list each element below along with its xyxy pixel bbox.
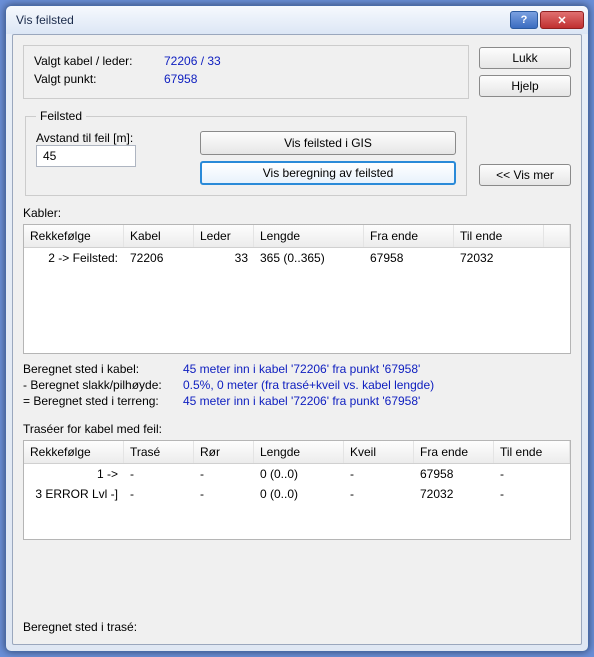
cell: 3 ERROR Lvl -]: [24, 484, 124, 504]
summary-row: Valgt kabel / leder: 72206 / 33 Valgt pu…: [23, 45, 571, 99]
help-icon[interactable]: ?: [510, 11, 538, 29]
selected-point-value: 67958: [164, 72, 197, 86]
cell: 365 (0..365): [254, 248, 364, 268]
cell: 72032: [454, 248, 544, 268]
close-icon[interactable]: ✕: [540, 11, 584, 29]
calc-terrain-label: = Beregnet sted i terreng:: [23, 394, 183, 408]
show-in-gis-button[interactable]: Vis feilsted i GIS: [200, 131, 456, 155]
calc-slack-value: 0.5%, 0 meter (fra trasé+kveil vs. kabel…: [183, 378, 434, 392]
help-button[interactable]: Hjelp: [479, 75, 571, 97]
cell: -: [344, 484, 414, 504]
cell: [544, 248, 570, 268]
cables-section-label: Kabler:: [23, 206, 571, 220]
cell: -: [194, 464, 254, 484]
calc-cable-value: 45 meter inn i kabel '72206' fra punkt '…: [183, 362, 420, 376]
cell: -: [124, 484, 194, 504]
cell: 33: [194, 248, 254, 268]
tcol-order[interactable]: Rekkefølge: [24, 441, 124, 463]
cell: -: [194, 484, 254, 504]
summary-panel: Valgt kabel / leder: 72206 / 33 Valgt pu…: [23, 45, 469, 99]
fault-location-group: Feilsted Avstand til feil [m]: Vis feils…: [25, 109, 467, 196]
window-title: Vis feilsted: [16, 13, 74, 27]
cell: 67958: [414, 464, 494, 484]
selected-cable-value: 72206 / 33: [164, 54, 221, 68]
side-buttons: Lukk Hjelp: [479, 45, 571, 99]
cell: 0 (0..0): [254, 464, 344, 484]
distance-label: Avstand til feil [m]:: [36, 131, 186, 145]
calc-cable-label: Beregnet sted i kabel:: [23, 362, 183, 376]
col-cable[interactable]: Kabel: [124, 225, 194, 247]
show-calculation-button[interactable]: Vis beregning av feilsted: [200, 161, 456, 185]
tcol-from[interactable]: Fra ende: [414, 441, 494, 463]
table-row[interactable]: 2 -> Feilsted: 72206 33 365 (0..365) 679…: [24, 248, 570, 268]
calculation-summary: Beregnet sted i kabel: 45 meter inn i ka…: [23, 362, 571, 410]
cell: -: [494, 464, 570, 484]
table-row[interactable]: 1 -> - - 0 (0..0) - 67958 -: [24, 464, 570, 484]
col-spacer: [544, 225, 570, 247]
show-more-button[interactable]: << Vis mer: [479, 164, 571, 186]
cell: -: [344, 464, 414, 484]
col-length[interactable]: Lengde: [254, 225, 364, 247]
bottom-summary: Beregnet sted i trasé:: [23, 614, 571, 634]
cell: 67958: [364, 248, 454, 268]
selected-cable-label: Valgt kabel / leder:: [34, 54, 164, 68]
titlebar: Vis feilsted ? ✕: [6, 6, 588, 34]
tcol-length[interactable]: Lengde: [254, 441, 344, 463]
traces-table: Rekkefølge Trasé Rør Lengde Kveil Fra en…: [23, 440, 571, 540]
window-controls: ? ✕: [510, 11, 584, 29]
tcol-trace[interactable]: Trasé: [124, 441, 194, 463]
calc-terrain-value: 45 meter inn i kabel '72206' fra punkt '…: [183, 394, 420, 408]
table-row[interactable]: 3 ERROR Lvl -] - - 0 (0..0) - 72032 -: [24, 484, 570, 504]
cell: 2 -> Feilsted:: [24, 248, 124, 268]
cell: 0 (0..0): [254, 484, 344, 504]
traces-section-label: Traséer for kabel med feil:: [23, 422, 571, 436]
col-to-end[interactable]: Til ende: [454, 225, 544, 247]
close-button[interactable]: Lukk: [479, 47, 571, 69]
col-conductor[interactable]: Leder: [194, 225, 254, 247]
cell: 72032: [414, 484, 494, 504]
window-root: Vis feilsted ? ✕ Valgt kabel / leder: 72…: [5, 5, 589, 652]
selected-point-label: Valgt punkt:: [34, 72, 164, 86]
col-from-end[interactable]: Fra ende: [364, 225, 454, 247]
cell: 72206: [124, 248, 194, 268]
traces-table-header: Rekkefølge Trasé Rør Lengde Kveil Fra en…: [24, 441, 570, 464]
tcol-coil[interactable]: Kveil: [344, 441, 414, 463]
cell: 1 ->: [24, 464, 124, 484]
distance-input[interactable]: [36, 145, 136, 167]
cables-table: Rekkefølge Kabel Leder Lengde Fra ende T…: [23, 224, 571, 354]
col-order[interactable]: Rekkefølge: [24, 225, 124, 247]
cables-table-header: Rekkefølge Kabel Leder Lengde Fra ende T…: [24, 225, 570, 248]
calc-slack-label: - Beregnet slakk/pilhøyde:: [23, 378, 183, 392]
tcol-pipe[interactable]: Rør: [194, 441, 254, 463]
fault-location-legend: Feilsted: [36, 109, 86, 123]
client-area: Valgt kabel / leder: 72206 / 33 Valgt pu…: [12, 34, 582, 645]
tcol-to[interactable]: Til ende: [494, 441, 570, 463]
distance-block: Avstand til feil [m]:: [36, 131, 186, 167]
bottom-label: Beregnet sted i trasé:: [23, 620, 137, 634]
cell: -: [124, 464, 194, 484]
cell: -: [494, 484, 570, 504]
